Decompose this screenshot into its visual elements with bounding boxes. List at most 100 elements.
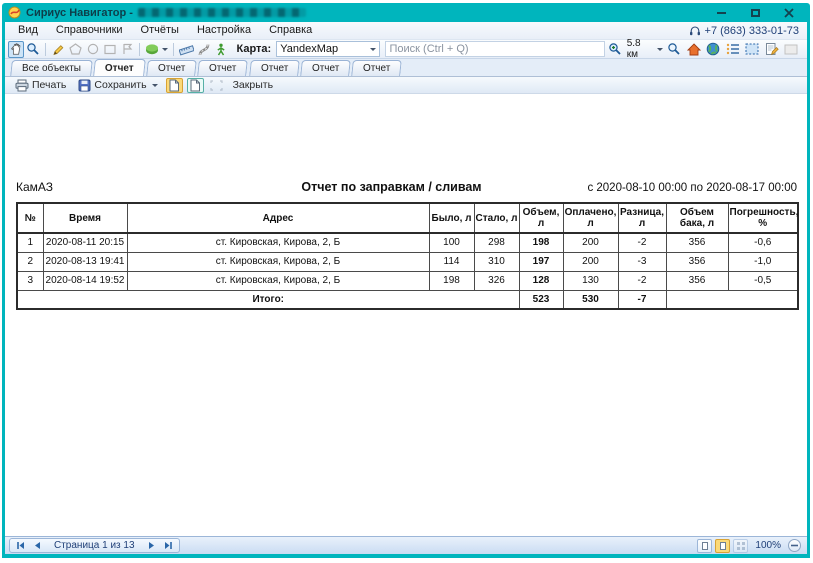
menu-nastroyka[interactable]: Настройка xyxy=(188,22,260,39)
minimize-icon xyxy=(717,12,726,14)
whole-page-toggle[interactable] xyxy=(187,78,204,93)
cell-num: 1 xyxy=(17,233,43,252)
totals-label: Итого: xyxy=(17,290,519,309)
report-period: с 2020-08-10 00:00 по 2020-08-17 00:00 xyxy=(567,182,797,194)
redacted-title-text xyxy=(138,8,306,17)
cell-paid: 130 xyxy=(563,271,618,290)
dropdown-caret-icon xyxy=(370,48,376,51)
cell-paid: 200 xyxy=(563,252,618,271)
close-report-label: Закрыть xyxy=(233,79,273,91)
totals-volume: 523 xyxy=(519,290,563,309)
tab-report-active[interactable]: Отчет xyxy=(93,59,146,76)
page-indicator: Страница 1 из 13 xyxy=(46,540,143,551)
tab-report-4[interactable]: Отчет xyxy=(249,60,300,76)
draw-edit-button[interactable] xyxy=(50,41,66,58)
col-num: № xyxy=(17,203,43,233)
fit-view-toggle xyxy=(208,78,225,93)
rectangle-icon xyxy=(104,44,116,55)
zoom-tool-button[interactable] xyxy=(25,41,41,58)
layers-button[interactable] xyxy=(144,41,169,58)
cell-time: 2020-08-14 19:52 xyxy=(43,271,127,290)
window-controls xyxy=(712,6,804,20)
last-page-button[interactable] xyxy=(161,539,177,552)
home-button[interactable] xyxy=(685,41,703,58)
table-totals-row: Итого: 523 530 -7 xyxy=(17,290,798,309)
toolbar-right-group: 5.8 км xyxy=(606,38,804,60)
table-header-row: № Время Адрес Было, л Стало, л Объем, л … xyxy=(17,203,798,233)
table-row: 2 2020-08-13 19:41 ст. Кировская, Кирова… xyxy=(17,252,798,271)
edit-note-button[interactable] xyxy=(763,41,781,58)
tab-strip: Все объекты Отчет Отчет Отчет Отчет Отче… xyxy=(5,59,807,77)
tab-all-objects[interactable]: Все объекты xyxy=(10,60,93,76)
zoom-in-button[interactable] xyxy=(606,41,624,58)
titlebar: Сириус Навигатор - xyxy=(2,3,810,22)
app-window: Сириус Навигатор - Вид Справочники Отчёт… xyxy=(2,3,810,558)
cell-tank: 356 xyxy=(666,233,728,252)
note-edit-icon xyxy=(765,42,779,56)
tab-report-6[interactable]: Отчет xyxy=(352,60,403,76)
window-content: Вид Справочники Отчёты Настройка Справка… xyxy=(5,22,807,554)
zoom-out-button[interactable] xyxy=(788,539,801,552)
route-button[interactable] xyxy=(196,41,212,58)
status-bar: Страница 1 из 13 100% xyxy=(5,536,807,554)
scale-value[interactable]: 5.8 км xyxy=(627,38,653,60)
maximize-button[interactable] xyxy=(746,6,764,20)
polygon-tool-button[interactable] xyxy=(68,41,84,58)
next-page-button[interactable] xyxy=(144,539,160,552)
close-report-button[interactable]: Закрыть xyxy=(229,78,277,93)
first-page-button[interactable] xyxy=(12,539,28,552)
circle-tool-button[interactable] xyxy=(85,41,101,58)
page-width-toggle[interactable] xyxy=(166,78,183,93)
menu-otchety[interactable]: Отчёты xyxy=(132,22,188,39)
cell-became: 298 xyxy=(474,233,519,252)
toolbar-separator xyxy=(139,43,140,56)
cell-error: -0,6 xyxy=(728,233,798,252)
list-icon xyxy=(726,43,740,55)
prev-page-icon xyxy=(33,541,41,550)
cell-diff: -2 xyxy=(618,233,666,252)
menu-spravochniki[interactable]: Справочники xyxy=(47,22,132,39)
main-toolbar: Карта: YandexMap 5.8 км xyxy=(5,40,807,59)
ruler-button[interactable] xyxy=(178,41,195,58)
close-button[interactable] xyxy=(780,6,798,20)
legend-list-button[interactable] xyxy=(724,41,742,58)
map-select[interactable]: YandexMap xyxy=(276,41,379,57)
save-dropdown-caret-icon[interactable] xyxy=(152,84,158,87)
flag-tool-button[interactable] xyxy=(119,41,135,58)
search-input[interactable] xyxy=(385,41,606,57)
page-icon xyxy=(169,79,180,92)
tab-report-3[interactable]: Отчет xyxy=(197,60,248,76)
pan-tool-button[interactable] xyxy=(8,41,24,58)
headset-icon xyxy=(689,25,701,36)
close-icon xyxy=(784,8,794,18)
page-width-icon xyxy=(720,542,726,550)
zoom-select-button[interactable] xyxy=(665,41,683,58)
cell-address: ст. Кировская, Кирова, 2, Б xyxy=(127,271,429,290)
rect-tool-button[interactable] xyxy=(102,41,118,58)
scale-dropdown-caret-icon[interactable] xyxy=(657,48,663,51)
cell-became: 310 xyxy=(474,252,519,271)
tab-report-2[interactable]: Отчет xyxy=(146,60,197,76)
report-title: Отчет по заправкам / сливам xyxy=(216,180,567,194)
globe-button[interactable] xyxy=(704,41,722,58)
select-area-button[interactable] xyxy=(743,41,761,58)
next-page-icon xyxy=(148,541,156,550)
col-address: Адрес xyxy=(127,203,429,233)
print-button[interactable]: Печать xyxy=(11,78,70,93)
cell-time: 2020-08-13 19:41 xyxy=(43,252,127,271)
fit-corners-icon xyxy=(210,80,223,91)
polygon-icon xyxy=(69,43,82,55)
single-page-icon xyxy=(702,542,708,550)
track-button[interactable] xyxy=(213,41,229,58)
minimize-button[interactable] xyxy=(712,6,730,20)
tab-report-5[interactable]: Отчет xyxy=(300,60,351,76)
menu-vid[interactable]: Вид xyxy=(9,22,47,39)
prev-page-button[interactable] xyxy=(29,539,45,552)
menu-spravka[interactable]: Справка xyxy=(260,22,321,39)
col-became: Стало, л xyxy=(474,203,519,233)
page-width-view-button[interactable] xyxy=(715,539,730,553)
single-page-view-button[interactable] xyxy=(697,539,712,553)
save-button[interactable]: Сохранить xyxy=(74,78,161,93)
multi-page-view-button xyxy=(733,539,748,553)
minus-icon xyxy=(791,544,798,547)
